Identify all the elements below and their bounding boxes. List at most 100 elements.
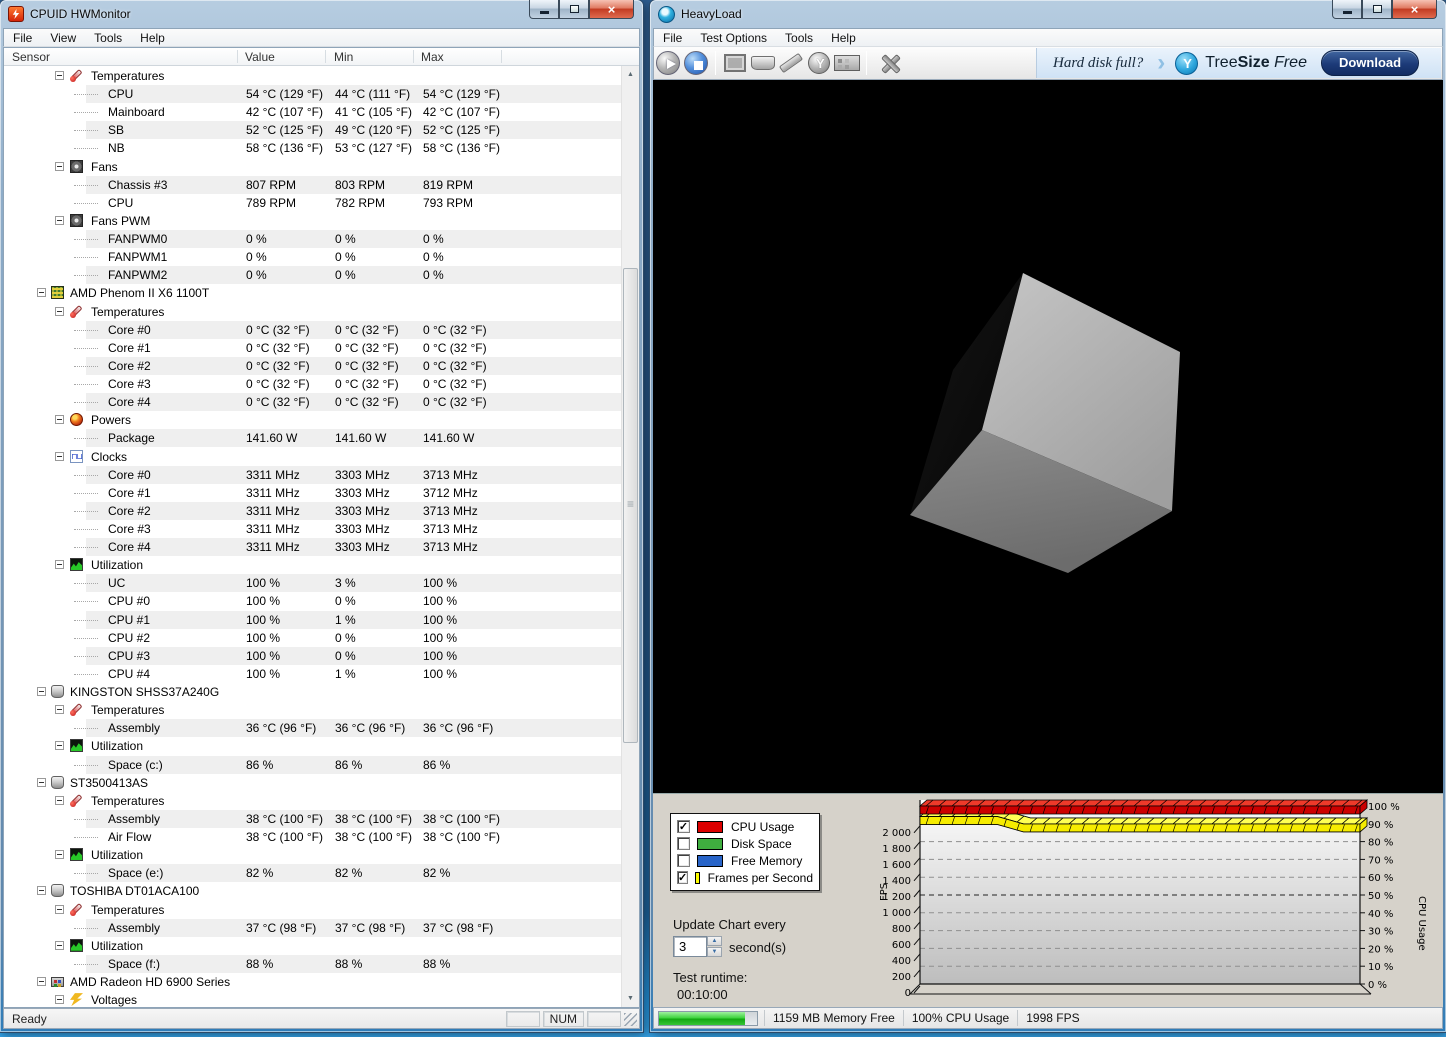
column-header-min[interactable]: Min bbox=[334, 50, 353, 64]
minimize-button[interactable] bbox=[529, 0, 559, 19]
sensor-row-core-1[interactable]: Core #13311 MHz3303 MHz3712 MHz bbox=[4, 484, 621, 502]
expand-toggle[interactable] bbox=[37, 288, 46, 297]
sensor-row-toshiba-dt01aca100[interactable]: TOSHIBA DT01ACA100 bbox=[4, 882, 621, 900]
sensor-row-utilization[interactable]: Utilization bbox=[4, 937, 621, 955]
column-header-value[interactable]: Value bbox=[245, 50, 275, 64]
column-header-sensor[interactable]: Sensor bbox=[12, 50, 50, 64]
sensor-row-cpu[interactable]: CPU54 °C (129 °F)44 °C (111 °F)54 °C (12… bbox=[4, 85, 621, 103]
sensor-row-core-3[interactable]: Core #33311 MHz3303 MHz3713 MHz bbox=[4, 520, 621, 538]
settings-wrench-icon[interactable] bbox=[876, 49, 904, 77]
expand-toggle[interactable] bbox=[55, 560, 64, 569]
sensor-row-core-3[interactable]: Core #30 °C (32 °F)0 °C (32 °F)0 °C (32 … bbox=[4, 375, 621, 393]
sensor-row-cpu-3[interactable]: CPU #3100 %0 %100 % bbox=[4, 647, 621, 665]
column-header-max[interactable]: Max bbox=[421, 50, 444, 64]
legend-checkbox[interactable] bbox=[677, 854, 690, 867]
graphics-card-icon[interactable] bbox=[834, 55, 860, 71]
menu-help[interactable]: Help bbox=[822, 29, 865, 47]
start-test-icon[interactable] bbox=[656, 51, 680, 75]
expand-toggle[interactable] bbox=[55, 162, 64, 171]
sensor-row-utilization[interactable]: Utilization bbox=[4, 556, 621, 574]
sensor-row-package[interactable]: Package141.60 W141.60 W141.60 W bbox=[4, 429, 621, 447]
disk-test-icon[interactable] bbox=[751, 56, 775, 70]
sensor-row-core-4[interactable]: Core #43311 MHz3303 MHz3713 MHz bbox=[4, 538, 621, 556]
sensor-row-fanpwm0[interactable]: FANPWM00 %0 %0 % bbox=[4, 230, 621, 248]
sensor-row-fanpwm2[interactable]: FANPWM20 %0 %0 % bbox=[4, 266, 621, 284]
memory-test-icon[interactable] bbox=[779, 53, 803, 73]
heavyload-titlebar[interactable]: HeavyLoad × bbox=[650, 0, 1446, 28]
menu-tools[interactable]: Tools bbox=[776, 29, 822, 47]
close-button[interactable]: × bbox=[589, 0, 634, 19]
sensor-row-st3500413as[interactable]: ST3500413AS bbox=[4, 774, 621, 792]
sensor-row-space-f-[interactable]: Space (f:)88 %88 %88 % bbox=[4, 955, 621, 973]
sensor-row-core-4[interactable]: Core #40 °C (32 °F)0 °C (32 °F)0 °C (32 … bbox=[4, 393, 621, 411]
expand-toggle[interactable] bbox=[55, 850, 64, 859]
sensor-row-assembly[interactable]: Assembly36 °C (96 °F)36 °C (96 °F)36 °C … bbox=[4, 719, 621, 737]
legend-checkbox[interactable]: ✓ bbox=[677, 820, 690, 833]
hwmonitor-titlebar[interactable]: CPUID HWMonitor × bbox=[0, 0, 643, 28]
expand-toggle[interactable] bbox=[55, 741, 64, 750]
sensor-row-cpu[interactable]: CPU789 RPM782 RPM793 RPM bbox=[4, 194, 621, 212]
sensor-row-core-2[interactable]: Core #20 °C (32 °F)0 °C (32 °F)0 °C (32 … bbox=[4, 357, 621, 375]
expand-toggle[interactable] bbox=[55, 71, 64, 80]
sensor-row-powers[interactable]: Powers bbox=[4, 411, 621, 429]
sensor-row-fans[interactable]: Fans bbox=[4, 158, 621, 176]
menu-view[interactable]: View bbox=[41, 29, 85, 47]
sensor-row-utilization[interactable]: Utilization bbox=[4, 737, 621, 755]
sensor-row-uc[interactable]: UC100 %3 %100 % bbox=[4, 574, 621, 592]
sensor-row-voltages[interactable]: Voltages bbox=[4, 991, 621, 1007]
sensor-row-space-c-[interactable]: Space (c:)86 %86 %86 % bbox=[4, 756, 621, 774]
resize-grip[interactable] bbox=[624, 1013, 637, 1026]
sensor-row-amd-phenom-ii-x6-1100t[interactable]: AMD Phenom II X6 1100T bbox=[4, 284, 621, 302]
menu-file[interactable]: File bbox=[654, 29, 691, 47]
vertical-scrollbar[interactable]: ▲ ▼ bbox=[621, 66, 639, 1007]
sensor-row-fanpwm1[interactable]: FANPWM10 %0 %0 % bbox=[4, 248, 621, 266]
sensor-row-amd-radeon-hd-6900-series[interactable]: AMD Radeon HD 6900 Series bbox=[4, 973, 621, 991]
sensor-row-core-2[interactable]: Core #23311 MHz3303 MHz3713 MHz bbox=[4, 502, 621, 520]
menu-file[interactable]: File bbox=[4, 29, 41, 47]
sensor-row-utilization[interactable]: Utilization bbox=[4, 846, 621, 864]
legend-checkbox[interactable]: ✓ bbox=[677, 871, 688, 884]
download-button[interactable]: Download bbox=[1321, 50, 1419, 76]
sensor-row-air-flow[interactable]: Air Flow38 °C (100 °F)38 °C (100 °F)38 °… bbox=[4, 828, 621, 846]
menu-test-options[interactable]: Test Options bbox=[691, 29, 776, 47]
menu-tools[interactable]: Tools bbox=[85, 29, 131, 47]
expand-toggle[interactable] bbox=[37, 886, 46, 895]
expand-toggle[interactable] bbox=[55, 995, 64, 1004]
sensor-row-core-0[interactable]: Core #03311 MHz3303 MHz3713 MHz bbox=[4, 466, 621, 484]
close-button[interactable]: × bbox=[1392, 0, 1437, 19]
sensor-row-assembly[interactable]: Assembly38 °C (100 °F)38 °C (100 °F)38 °… bbox=[4, 810, 621, 828]
sensor-row-mainboard[interactable]: Mainboard42 °C (107 °F)41 °C (105 °F)42 … bbox=[4, 103, 621, 121]
sensor-row-chassis-3[interactable]: Chassis #3807 RPM803 RPM819 RPM bbox=[4, 176, 621, 194]
gpu-sphere-icon[interactable] bbox=[808, 52, 830, 74]
sensor-row-fans-pwm[interactable]: Fans PWM bbox=[4, 212, 621, 230]
scroll-down-button[interactable]: ▼ bbox=[622, 990, 639, 1007]
sensor-row-assembly[interactable]: Assembly37 °C (98 °F)37 °C (98 °F)37 °C … bbox=[4, 919, 621, 937]
menu-help[interactable]: Help bbox=[131, 29, 174, 47]
sensor-row-core-1[interactable]: Core #10 °C (32 °F)0 °C (32 °F)0 °C (32 … bbox=[4, 339, 621, 357]
sensor-row-temperatures[interactable]: Temperatures bbox=[4, 303, 621, 321]
sensor-row-cpu-1[interactable]: CPU #1100 %1 %100 % bbox=[4, 611, 621, 629]
expand-toggle[interactable] bbox=[55, 307, 64, 316]
cpu-test-icon[interactable] bbox=[724, 54, 746, 72]
stop-test-icon[interactable] bbox=[684, 51, 708, 75]
expand-toggle[interactable] bbox=[37, 687, 46, 696]
maximize-button[interactable] bbox=[1362, 0, 1392, 19]
sensor-row-kingston-shss37a240g[interactable]: KINGSTON SHSS37A240G bbox=[4, 683, 621, 701]
sensor-row-temperatures[interactable]: Temperatures bbox=[4, 792, 621, 810]
expand-toggle[interactable] bbox=[37, 977, 46, 986]
expand-toggle[interactable] bbox=[55, 941, 64, 950]
sensor-row-temperatures[interactable]: Temperatures bbox=[4, 901, 621, 919]
minimize-button[interactable] bbox=[1332, 0, 1362, 19]
expand-toggle[interactable] bbox=[55, 452, 64, 461]
sensor-row-cpu-4[interactable]: CPU #4100 %1 %100 % bbox=[4, 665, 621, 683]
sensor-row-cpu-2[interactable]: CPU #2100 %0 %100 % bbox=[4, 629, 621, 647]
expand-toggle[interactable] bbox=[55, 905, 64, 914]
legend-checkbox[interactable] bbox=[677, 837, 690, 850]
expand-toggle[interactable] bbox=[55, 216, 64, 225]
sensor-row-sb[interactable]: SB52 °C (125 °F)49 °C (120 °F)52 °C (125… bbox=[4, 121, 621, 139]
scrollbar-thumb[interactable] bbox=[623, 268, 638, 743]
sensor-row-nb[interactable]: NB58 °C (136 °F)53 °C (127 °F)58 °C (136… bbox=[4, 139, 621, 157]
sensor-row-temperatures[interactable]: Temperatures bbox=[4, 67, 621, 85]
maximize-button[interactable] bbox=[559, 0, 589, 19]
update-interval-input[interactable]: 3 bbox=[673, 936, 707, 957]
